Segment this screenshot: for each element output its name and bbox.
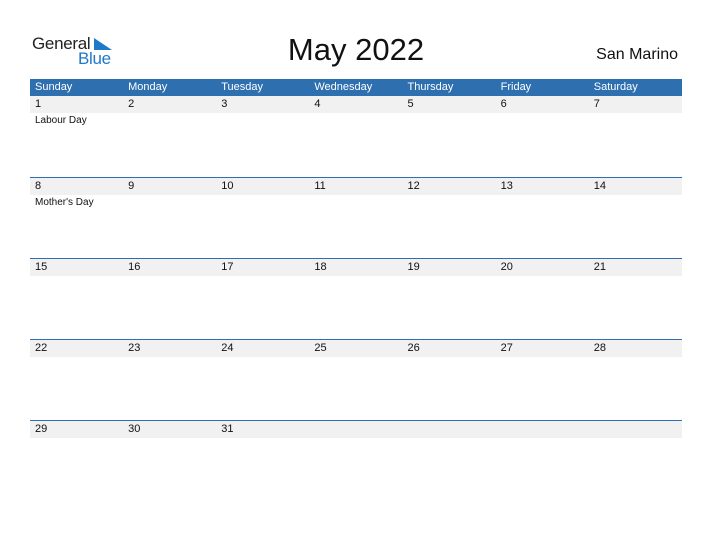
day-number xyxy=(403,421,496,438)
holiday-label xyxy=(496,195,589,209)
holiday-label xyxy=(589,357,682,358)
week-row: 15 16 17 18 19 20 21 xyxy=(30,258,682,339)
day-number xyxy=(589,421,682,438)
holiday-label xyxy=(309,276,402,277)
holiday-label xyxy=(589,195,682,209)
holiday-label xyxy=(123,438,216,439)
holiday-label xyxy=(123,195,216,209)
event-row: Labour Day xyxy=(30,113,682,127)
holiday-label xyxy=(496,438,589,439)
day-number: 4 xyxy=(314,98,321,110)
weekday-header: Sunday Monday Tuesday Wednesday Thursday… xyxy=(30,79,682,96)
holiday-label xyxy=(403,195,496,209)
holiday-label xyxy=(30,276,123,277)
day-number: 29 xyxy=(35,423,48,435)
day-number: 28 xyxy=(593,342,606,354)
weekday-sunday: Sunday xyxy=(35,81,73,93)
day-number: 19 xyxy=(407,261,420,273)
event-row: Mother's Day xyxy=(30,195,682,209)
day-number: 23 xyxy=(128,342,141,354)
holiday-label: Mother's Day xyxy=(35,197,94,208)
holiday-label xyxy=(589,113,682,127)
day-number: 3 xyxy=(221,98,228,110)
day-number: 13 xyxy=(500,180,513,192)
holiday-label xyxy=(589,438,682,439)
day-number-row: 22 23 24 25 26 27 28 xyxy=(30,340,682,357)
holiday-label xyxy=(309,357,402,358)
holiday-label xyxy=(309,195,402,209)
holiday-label xyxy=(30,438,123,439)
holiday-label xyxy=(403,438,496,439)
weekday-friday: Friday xyxy=(500,81,532,93)
event-row xyxy=(30,438,682,439)
day-number: 18 xyxy=(314,261,327,273)
day-number: 26 xyxy=(407,342,420,354)
day-number: 20 xyxy=(500,261,513,273)
weekday-monday: Monday xyxy=(128,81,168,93)
holiday-label xyxy=(403,276,496,277)
week-row: 1 2 3 4 5 6 7 Labour Day xyxy=(30,96,682,177)
weekday-saturday: Saturday xyxy=(593,81,638,93)
weekday-wednesday: Wednesday xyxy=(314,81,373,93)
country-label: San Marino xyxy=(596,46,678,63)
day-number: 22 xyxy=(35,342,48,354)
day-number-row: 15 16 17 18 19 20 21 xyxy=(30,259,682,276)
week-row: 29 30 31 xyxy=(30,420,682,501)
holiday-label xyxy=(216,357,309,358)
day-number: 31 xyxy=(221,423,234,435)
day-number: 2 xyxy=(128,98,135,110)
day-number-row: 1 2 3 4 5 6 7 xyxy=(30,96,682,113)
day-number xyxy=(309,421,402,438)
day-number: 1 xyxy=(35,98,42,110)
holiday-label xyxy=(403,357,496,358)
week-row: 22 23 24 25 26 27 28 xyxy=(30,339,682,420)
holiday-label xyxy=(309,438,402,439)
calendar-grid: Sunday Monday Tuesday Wednesday Thursday… xyxy=(30,79,682,501)
day-number: 27 xyxy=(500,342,513,354)
holiday-label xyxy=(216,113,309,127)
day-number xyxy=(496,421,589,438)
event-row xyxy=(30,357,682,358)
holiday-label xyxy=(123,357,216,358)
day-number: 15 xyxy=(35,261,48,273)
holiday-label xyxy=(309,113,402,127)
weekday-thursday: Thursday xyxy=(407,81,454,93)
holiday-label xyxy=(216,276,309,277)
week-row: 8 9 10 11 12 13 14 Mother's Day xyxy=(30,177,682,258)
day-number: 24 xyxy=(221,342,234,354)
day-number-row: 8 9 10 11 12 13 14 xyxy=(30,178,682,195)
day-number: 10 xyxy=(221,180,234,192)
event-row xyxy=(30,276,682,277)
day-number: 12 xyxy=(407,180,420,192)
holiday-label xyxy=(496,276,589,277)
day-number: 30 xyxy=(128,423,141,435)
day-number: 5 xyxy=(407,98,414,110)
day-number: 11 xyxy=(314,180,326,192)
day-number: 9 xyxy=(128,180,135,192)
day-number: 17 xyxy=(221,261,234,273)
holiday-label xyxy=(496,357,589,358)
day-number-row: 29 30 31 xyxy=(30,421,682,438)
holiday-label xyxy=(30,357,123,358)
holiday-label: Labour Day xyxy=(35,115,87,126)
day-number: 14 xyxy=(593,180,606,192)
day-number: 6 xyxy=(500,98,507,110)
day-number: 16 xyxy=(128,261,141,273)
day-number: 7 xyxy=(593,98,600,110)
holiday-label xyxy=(123,276,216,277)
day-number: 21 xyxy=(593,261,606,273)
holiday-label xyxy=(216,438,309,439)
day-number: 25 xyxy=(314,342,327,354)
holiday-label xyxy=(589,276,682,277)
holiday-label xyxy=(496,113,589,127)
weekday-tuesday: Tuesday xyxy=(221,81,264,93)
day-number: 8 xyxy=(35,180,42,192)
holiday-label xyxy=(403,113,496,127)
holiday-label xyxy=(216,195,309,209)
holiday-label xyxy=(123,113,216,127)
